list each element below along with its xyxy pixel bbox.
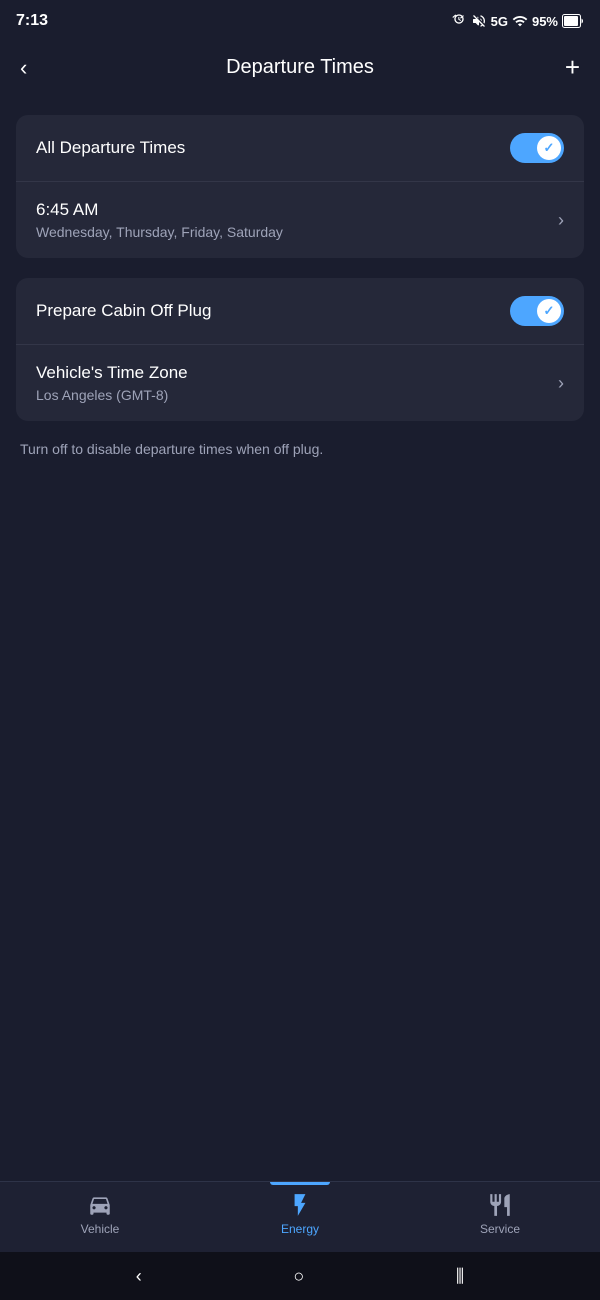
prepare-cabin-row: Prepare Cabin Off Plug ✓ [16, 278, 584, 345]
timezone-value: Los Angeles (GMT-8) [36, 387, 188, 403]
departure-time-info: 6:45 AM Wednesday, Thursday, Friday, Sat… [36, 200, 283, 240]
android-recents-button[interactable]: ⫼ [456, 1266, 464, 1287]
toggle-check-icon: ✓ [544, 140, 555, 156]
energy-nav-label: Energy [281, 1222, 319, 1236]
departure-days: Wednesday, Thursday, Friday, Saturday [36, 224, 283, 240]
android-nav-bar: ‹ ○ ⫼ [0, 1252, 600, 1300]
status-time: 7:13 [16, 12, 48, 30]
nav-item-energy[interactable]: Energy [200, 1192, 400, 1236]
departure-time-chevron-icon: › [558, 210, 564, 231]
signal-bars-icon [512, 13, 528, 29]
cabin-toggle-knob: ✓ [537, 299, 561, 323]
all-departure-times-toggle[interactable]: ✓ [510, 133, 564, 163]
battery-icon [562, 14, 584, 28]
service-nav-label: Service [480, 1222, 520, 1236]
departure-time-detail-row[interactable]: 6:45 AM Wednesday, Thursday, Friday, Sat… [16, 182, 584, 258]
vehicle-icon [87, 1192, 113, 1218]
prepare-cabin-toggle[interactable]: ✓ [510, 296, 564, 326]
departure-time-value: 6:45 AM [36, 200, 283, 220]
prepare-cabin-label: Prepare Cabin Off Plug [36, 301, 211, 321]
android-home-button[interactable]: ○ [293, 1266, 304, 1287]
all-departure-times-row: All Departure Times ✓ [16, 115, 584, 182]
signal-indicator: 5G [491, 14, 508, 29]
cabin-settings-card: Prepare Cabin Off Plug ✓ Vehicle's Time … [16, 278, 584, 421]
main-content: All Departure Times ✓ 6:45 AM Wednesday,… [0, 95, 600, 1181]
energy-icon [287, 1192, 313, 1218]
bottom-navigation: Vehicle Energy Service [0, 1181, 600, 1252]
departure-chevron-wrapper: › [558, 210, 564, 231]
timezone-row[interactable]: Vehicle's Time Zone Los Angeles (GMT-8) … [16, 345, 584, 421]
add-button[interactable]: + [548, 52, 580, 83]
status-icons: 5G 95% [451, 13, 584, 29]
battery-percentage: 95% [532, 14, 558, 29]
android-back-button[interactable]: ‹ [136, 1266, 142, 1287]
page-title: Departure Times [226, 56, 374, 79]
all-departure-times-toggle-wrapper: ✓ [510, 133, 564, 163]
toggle-knob: ✓ [537, 136, 561, 160]
timezone-chevron-wrapper: › [558, 373, 564, 394]
timezone-label: Vehicle's Time Zone [36, 363, 188, 383]
all-departure-times-label: All Departure Times [36, 138, 185, 158]
cabin-toggle-check-icon: ✓ [544, 303, 555, 319]
mute-icon [471, 13, 487, 29]
status-bar: 7:13 5G 95% [0, 0, 600, 40]
back-button[interactable]: ‹ [20, 55, 52, 81]
nav-item-vehicle[interactable]: Vehicle [0, 1192, 200, 1236]
timezone-info: Vehicle's Time Zone Los Angeles (GMT-8) [36, 363, 188, 403]
departure-times-card: All Departure Times ✓ 6:45 AM Wednesday,… [16, 115, 584, 258]
prepare-cabin-toggle-wrapper: ✓ [510, 296, 564, 326]
alarm-icon [451, 13, 467, 29]
service-icon [487, 1192, 513, 1218]
timezone-chevron-icon: › [558, 373, 564, 394]
helper-text: Turn off to disable departure times when… [16, 441, 584, 457]
page-header: ‹ Departure Times + [0, 40, 600, 95]
nav-item-service[interactable]: Service [400, 1192, 600, 1236]
vehicle-nav-label: Vehicle [81, 1222, 120, 1236]
